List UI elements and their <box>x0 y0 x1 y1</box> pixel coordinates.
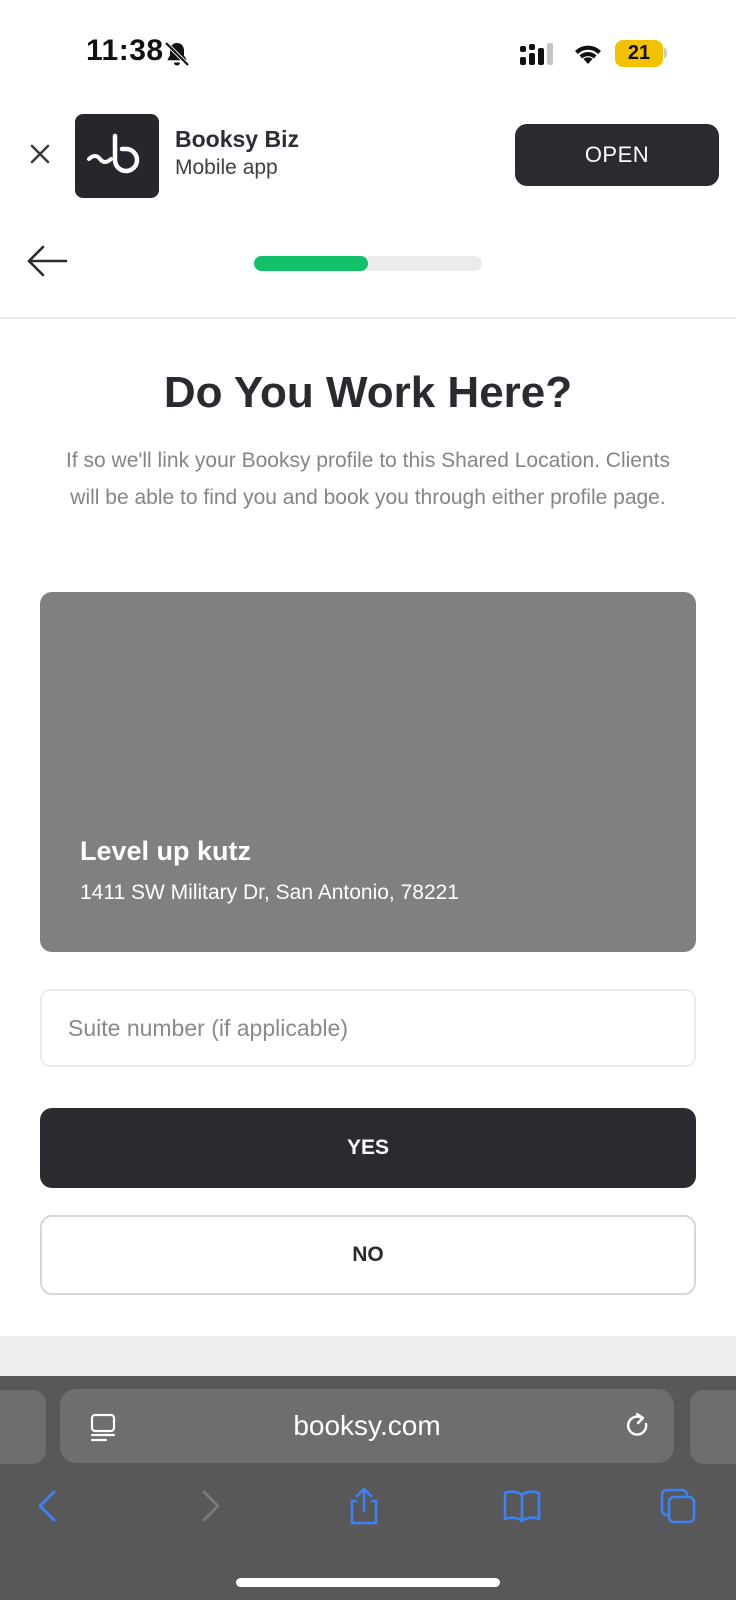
previous-tab-preview[interactable] <box>0 1390 46 1464</box>
battery-tip <box>664 48 667 58</box>
page-footer <box>0 1336 736 1376</box>
next-tab-preview[interactable] <box>690 1390 736 1464</box>
status-time: 11:38 <box>86 34 164 67</box>
back-icon[interactable] <box>28 1486 68 1526</box>
cellular-signal-icon <box>520 43 553 65</box>
progress-fill <box>254 256 368 271</box>
tabs-icon[interactable] <box>658 1486 698 1526</box>
reload-icon[interactable] <box>623 1411 653 1443</box>
open-app-button[interactable]: OPEN <box>515 124 719 186</box>
share-icon[interactable] <box>344 1486 384 1526</box>
bookmarks-icon[interactable] <box>502 1486 542 1526</box>
suite-number-input[interactable] <box>40 989 696 1067</box>
page-title: Do You Work Here? <box>163 368 573 417</box>
forward-icon[interactable] <box>190 1486 230 1526</box>
booksy-logo-icon <box>87 133 140 174</box>
app-subtitle: Mobile app <box>175 156 278 179</box>
battery-level: 21 <box>627 42 651 64</box>
app-icon[interactable] <box>75 114 159 198</box>
no-button[interactable]: NO <box>40 1215 696 1295</box>
location-name: Level up kutz <box>80 836 252 866</box>
back-arrow-icon[interactable] <box>26 244 70 278</box>
header-divider <box>0 317 736 319</box>
bell-slash-icon <box>164 41 190 67</box>
app-name: Booksy Biz <box>175 126 299 152</box>
close-icon[interactable] <box>26 140 54 168</box>
home-indicator[interactable] <box>236 1578 500 1587</box>
wifi-icon <box>575 45 601 64</box>
location-address: 1411 SW Military Dr, San Antonio, 78221 <box>80 881 459 904</box>
page-description: If so we'll link your Booksy profile to … <box>66 449 670 509</box>
yes-button[interactable]: YES <box>40 1108 696 1188</box>
url-text[interactable]: booksy.com <box>60 1389 674 1463</box>
